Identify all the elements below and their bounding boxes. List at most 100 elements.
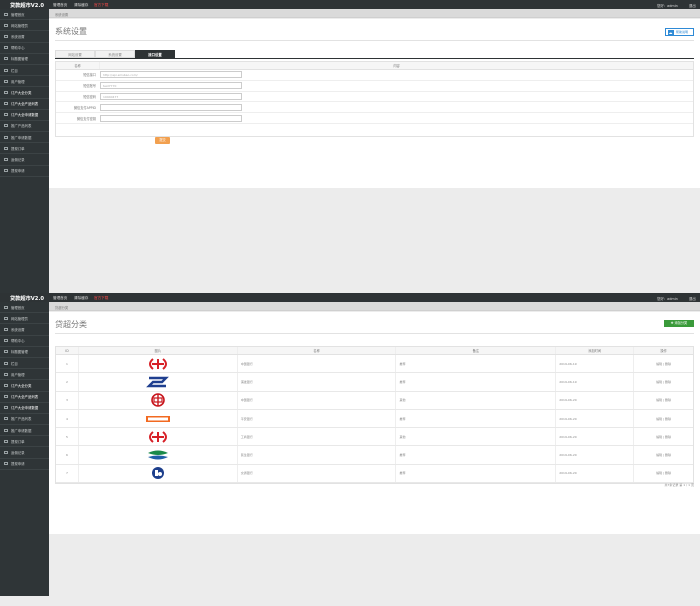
sidebar-item[interactable]: 管理首页 [0, 9, 49, 21]
sidebar-item[interactable]: 栏目 [0, 65, 49, 77]
sidebar-item[interactable]: 订户大全分类 [0, 87, 49, 99]
data-icon [4, 428, 8, 432]
sidebar-item[interactable]: 系统设置 [0, 31, 49, 43]
gear-icon [4, 34, 8, 38]
sidebar-item-label: 提现申请 [11, 169, 25, 174]
sidebar-item[interactable]: 订户大全申请数据 [0, 110, 49, 121]
sidebar-item[interactable]: 推广申请数据 [0, 132, 49, 144]
logout-link[interactable]: 退出 [689, 3, 696, 8]
sidebar-item[interactable]: 提现申请 [0, 166, 49, 177]
sidebar-item[interactable]: 系统设置 [0, 324, 49, 336]
sidebar-item[interactable]: 推广产品列表 [0, 414, 49, 426]
sidebar-item-label: 栏目 [11, 361, 18, 366]
sidebar-item[interactable]: 提现订单 [0, 143, 49, 155]
sidebar-item[interactable]: 网站管理员 [0, 313, 49, 325]
row-time: 2019-06-20 [556, 428, 635, 446]
row-time: 2019-06-20 [556, 391, 635, 409]
nav-clear-cache[interactable]: 清除缓存 [74, 296, 88, 301]
list-icon [4, 417, 8, 421]
sidebar-item-label: 订户大全分类 [11, 90, 32, 95]
apply-icon [4, 462, 8, 466]
tab-system-settings[interactable]: 系统设置 [95, 50, 135, 58]
sidebar-item-label: 帮助中心 [11, 46, 25, 51]
sidebar-item-label: 帮助中心 [11, 339, 25, 344]
tab-underline [55, 58, 694, 59]
row-note: 推荐 [396, 373, 557, 391]
row-id: 3 [56, 391, 79, 409]
row-ops[interactable]: 编辑 | 删除 [634, 355, 693, 372]
nav-home[interactable]: 管理首页 [53, 3, 67, 8]
sidebar-item-label: 栏目 [11, 68, 18, 73]
sidebar-item[interactable]: 订户大全产品列表 [0, 392, 49, 403]
sidebar-item[interactable]: 网站管理员 [0, 20, 49, 32]
bank-logo [79, 428, 238, 446]
sidebar-item[interactable]: 管理首页 [0, 302, 49, 314]
sidebar-item[interactable]: 返佣记录 [0, 447, 49, 459]
wechat-appid-input[interactable] [100, 103, 242, 111]
sidebar-item[interactable]: 用户管理 [0, 369, 49, 381]
sidebar-item[interactable]: 返佣记录 [0, 154, 49, 166]
help-button[interactable]: ☁ 帮助说明 [665, 28, 694, 36]
row-ops[interactable]: 编辑 | 删除 [634, 465, 693, 482]
row-ops[interactable]: 编辑 | 删除 [634, 373, 693, 390]
tab-site-settings[interactable]: 网站设置 [55, 50, 95, 58]
row-ops[interactable]: 编辑 | 删除 [634, 410, 693, 427]
sidebar-item[interactable]: 提现申请 [0, 459, 49, 470]
submit-button[interactable]: 提交 [155, 137, 170, 144]
nav-download[interactable]: 官方下载 [94, 3, 108, 8]
sidebar-item[interactable]: 用户管理 [0, 76, 49, 88]
sidebar-item[interactable]: 帮助中心 [0, 336, 49, 347]
row-ops[interactable]: 编辑 | 删除 [634, 446, 693, 463]
bank-logo [79, 391, 238, 409]
add-category-button[interactable]: ✚ 添加分类 [664, 320, 694, 327]
row-note: 推荐 [396, 446, 557, 464]
sidebar-item-label: 订户大全分类 [11, 383, 32, 388]
folder-icon [4, 383, 8, 387]
sidebar-item-label: 提现申请 [11, 462, 25, 467]
sidebar-item[interactable]: 推广申请数据 [0, 425, 49, 437]
table-row: 1 中国银行 推荐 2019-06-19 编辑 | 删除 [56, 355, 693, 374]
money-icon [4, 439, 8, 443]
row-time: 2019-06-19 [556, 373, 635, 391]
table-head: ID 图片 名称 备注 添加时间 操作 [56, 347, 693, 355]
wechat-key-input[interactable] [100, 114, 242, 122]
sms-password-input[interactable]: 19940477 [100, 92, 242, 100]
sidebar-item[interactable]: 推广产品列表 [0, 121, 49, 133]
tab-api-settings[interactable]: 接口设置 [135, 50, 175, 58]
sidebar-item[interactable]: 栏目 [0, 358, 49, 370]
sidebar-item-label: 推广产品列表 [11, 417, 32, 422]
sms-account-input[interactable]: test7770 [100, 82, 242, 90]
screen-loan-category: 贷款超市V2.0 管理首页 清除缓存 官方下载 您好：admin 退出 管理首页… [0, 293, 700, 606]
col-time: 添加时间 [556, 347, 635, 354]
row-ops[interactable]: 编辑 | 删除 [634, 392, 693, 409]
sidebar-item[interactable]: 订户大全产品列表 [0, 99, 49, 110]
sidebar-item[interactable]: 标题图管理 [0, 347, 49, 358]
sidebar-item[interactable]: 帮助中心 [0, 43, 49, 54]
row-id: 4 [56, 409, 79, 428]
sidebar-item[interactable]: 订户大全申请数据 [0, 403, 49, 414]
row-note: 推荐 [396, 409, 557, 428]
sidebar-item[interactable]: 标题图管理 [0, 54, 49, 65]
sidebar-item-label: 提现订单 [11, 439, 25, 444]
field-row: 短信密码 19940477 [56, 92, 693, 103]
logout-link[interactable]: 退出 [689, 296, 696, 301]
row-name: 工商银行 [238, 428, 397, 446]
sidebar-item[interactable]: 订户大全分类 [0, 380, 49, 392]
top-bar: 贷款超市V2.0 管理首页 清除缓存 官方下载 您好：admin 退出 [0, 293, 700, 302]
nav-download[interactable]: 官方下载 [94, 296, 108, 301]
row-name: 浦发银行 [238, 373, 397, 391]
image-icon [4, 350, 8, 354]
pagination: 共7条记录 第 1 / 1 页 [664, 483, 694, 487]
nav-home[interactable]: 管理首页 [53, 296, 67, 301]
page-title: 贷超分类 [55, 320, 87, 329]
nav-clear-cache[interactable]: 清除缓存 [74, 3, 88, 8]
row-ops[interactable]: 编辑 | 删除 [634, 428, 693, 445]
sidebar-item-label: 订户大全产品列表 [11, 395, 39, 400]
sidebar-item[interactable]: 提现订单 [0, 436, 49, 448]
row-time: 2019-06-19 [556, 355, 635, 373]
col-content: 内容 [393, 64, 400, 68]
bank-logo [79, 373, 238, 391]
row-name: 平安银行 [238, 409, 397, 428]
category-table: ID 图片 名称 备注 添加时间 操作 1 中国银行 推荐 2019-06-19 编辑 … [55, 346, 694, 485]
sms-api-input[interactable]: http://api.smsbao.com/ [100, 71, 242, 79]
